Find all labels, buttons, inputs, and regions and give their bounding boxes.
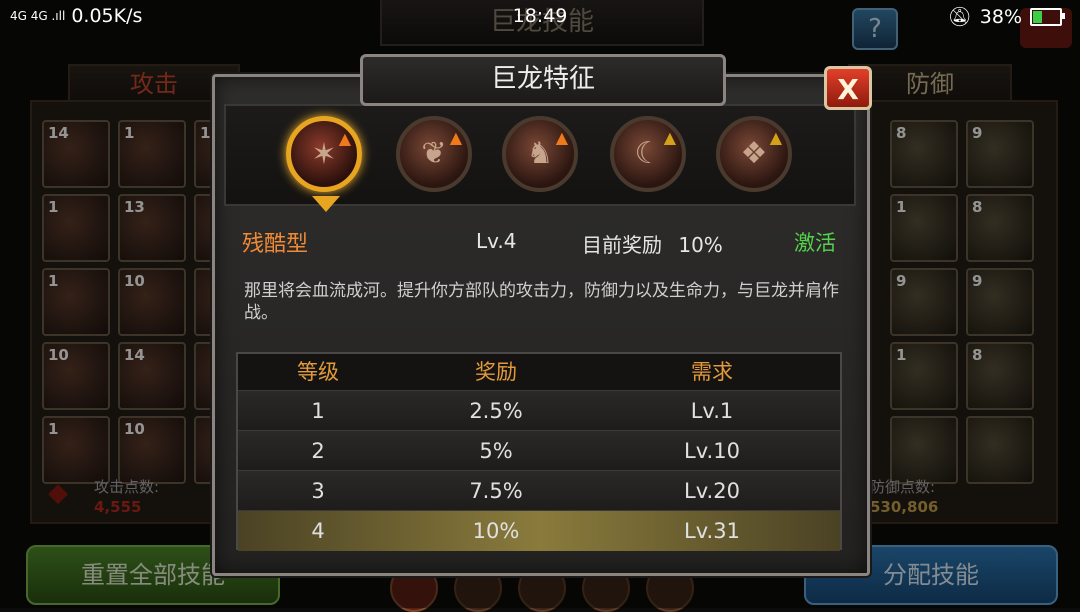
trait-wing[interactable]: ❦ ▲ <box>396 116 472 192</box>
upgrade-arrow-icon: ▲ <box>449 128 462 147</box>
table-row: 3 7.5% Lv.20 <box>238 470 840 511</box>
level-table: 等级 奖励 需求 1 2.5% Lv.1 2 5% Lv.10 3 7.5% L… <box>236 352 842 551</box>
selection-pointer <box>312 196 340 212</box>
table-row: 2 5% Lv.10 <box>238 430 840 471</box>
row-bonus: 10% <box>472 519 520 543</box>
upgrade-arrow-icon: ▲ <box>663 128 676 147</box>
trait-claw[interactable]: ✶ ▲ <box>286 116 362 192</box>
current-bonus: 目前奖励 10% <box>582 229 723 258</box>
trait-scales[interactable]: ❖ ▲ <box>716 116 792 192</box>
trait-head[interactable]: ♞ ▲ <box>502 116 578 192</box>
trait-fang[interactable]: ☾ ▲ <box>610 116 686 192</box>
status-badge: 激活 <box>794 231 836 255</box>
trait-name: 残酷型 <box>242 232 309 257</box>
table-row-current: 4 10% Lv.31 <box>238 510 840 551</box>
row-requirement: Lv.31 <box>684 519 740 543</box>
table-row: 1 2.5% Lv.1 <box>238 390 840 431</box>
row-bonus: 5% <box>479 439 513 463</box>
dialog-title: 巨龙特征 <box>360 54 726 106</box>
row-level: 1 <box>311 399 325 423</box>
trait-level: Lv.4 <box>476 229 517 253</box>
column-header-bonus: 奖励 <box>475 360 517 384</box>
bell-slash-icon: 🔕︎ <box>947 6 972 28</box>
row-requirement: Lv.10 <box>684 439 740 463</box>
status-right: 🔕︎ 38% <box>947 5 1065 28</box>
trait-selector: ✶ ▲ ❦ ▲ ♞ ▲ ☾ ▲ ❖ ▲ <box>224 104 856 206</box>
upgrade-arrow-icon: ▲ <box>769 128 782 147</box>
current-bonus-value: 10% <box>678 233 723 257</box>
row-requirement: Lv.20 <box>684 479 740 503</box>
current-bonus-label: 目前奖励 <box>582 233 662 257</box>
battery-fill <box>1033 10 1042 23</box>
column-header-requirement: 需求 <box>691 360 733 384</box>
upgrade-arrow-icon: ▲ <box>555 128 568 147</box>
upgrade-arrow-icon: ▲ <box>338 129 351 148</box>
battery-icon <box>1030 7 1065 26</box>
battery-percent: 38% <box>979 5 1022 28</box>
table-header: 等级 奖励 需求 <box>238 354 840 390</box>
column-header-level: 等级 <box>297 360 339 384</box>
status-bar: 4G 4G .ıll 0.05K/s 18:49 🔕︎ 38% <box>0 0 1080 34</box>
row-level: 2 <box>311 439 325 463</box>
row-bonus: 7.5% <box>469 479 523 503</box>
close-button[interactable]: X <box>824 66 872 110</box>
clock: 18:49 <box>512 5 568 27</box>
row-bonus: 2.5% <box>469 399 523 423</box>
row-requirement: Lv.1 <box>690 399 734 423</box>
trait-description: 那里将会血流成河。提升你方部队的攻击力，防御力以及生命力，与巨龙并肩作战。 <box>244 281 839 323</box>
row-level: 3 <box>311 479 325 503</box>
row-level: 4 <box>311 519 325 543</box>
